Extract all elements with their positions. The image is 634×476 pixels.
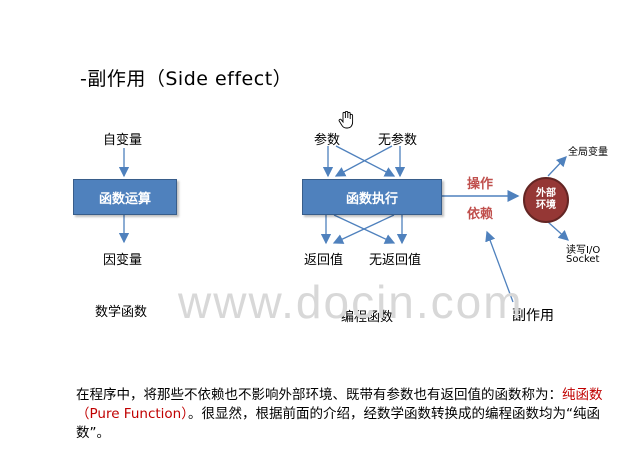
operate-label: 操作 <box>467 177 494 192</box>
external-environment-line1: 外部 <box>536 188 556 199</box>
slide-title: -副作用（Side effect） <box>80 68 293 90</box>
math-function-box: 函数运算 <box>73 179 177 215</box>
socket-label: Socket <box>566 254 600 265</box>
math-function-caption: 数学函数 <box>95 305 148 320</box>
param-label: 参数 <box>314 133 341 148</box>
return-value-label: 返回值 <box>304 253 344 268</box>
global-variable-label: 全局变量 <box>568 147 608 158</box>
no-return-value-label: 无返回值 <box>369 253 422 268</box>
hand-cursor-icon <box>338 111 354 129</box>
external-environment-line2: 环境 <box>536 200 556 211</box>
external-environment-node: 外部 环境 <box>523 177 569 223</box>
paragraph-part1: 在程序中，将那些不依赖也不影响外部环境、既带有参数也有返回值的函数称为： <box>76 387 562 403</box>
explanation-paragraph: 在程序中，将那些不依赖也不影响外部环境、既带有参数也有返回值的函数称为：纯函数（… <box>76 386 616 443</box>
program-function-box-label: 函数执行 <box>345 191 398 207</box>
program-function-box: 函数执行 <box>302 179 442 215</box>
arrow-env-to-io <box>547 221 569 241</box>
slide: -副作用（Side effect） 自变量 函数运算 因变量 数学函数 参数 无… <box>0 0 634 476</box>
arrow-env-to-global <box>547 156 567 177</box>
math-function-box-label: 函数运算 <box>98 191 151 207</box>
independent-variable-label: 自变量 <box>103 133 143 148</box>
depend-label: 依赖 <box>467 207 494 222</box>
watermark: www.docin.com <box>178 276 524 328</box>
no-param-label: 无参数 <box>378 133 418 148</box>
dependent-variable-label: 因变量 <box>103 253 143 268</box>
